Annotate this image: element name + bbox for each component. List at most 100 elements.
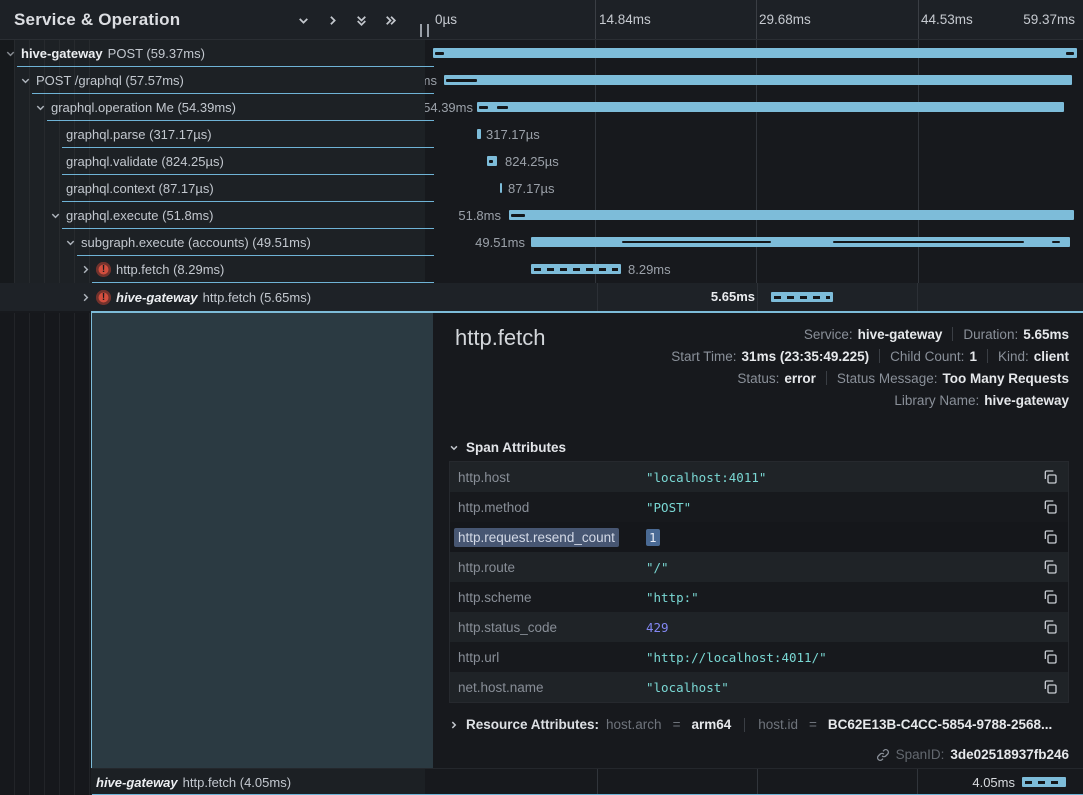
chevron-right-icon[interactable] [80, 292, 91, 303]
span-attributes-section-toggle[interactable]: Span Attributes [449, 440, 566, 455]
attr-row-http-method[interactable]: http.method "POST" [450, 492, 1068, 522]
span-row-graphql-context[interactable]: graphql.context (87.17µs) [0, 175, 425, 202]
attr-key: http.scheme [454, 588, 536, 607]
timeline-tick: 14.84ms [599, 0, 651, 40]
span-row-subgraph-execute[interactable]: subgraph.execute (accounts) (49.51ms) [0, 229, 425, 256]
expand-all-icon[interactable] [384, 14, 397, 27]
copy-icon[interactable] [1042, 559, 1058, 575]
span-bar[interactable] [1022, 777, 1066, 787]
copy-icon[interactable] [1042, 649, 1058, 665]
chevron-right-icon[interactable] [80, 777, 91, 788]
span-row-http-fetch-4ms[interactable]: hive-gateway http.fetch (4.05ms) 4.05ms [0, 768, 1083, 795]
timeline-tick: 44.53ms [921, 0, 973, 40]
gridline [597, 283, 598, 311]
panel-resize-handle[interactable] [420, 24, 429, 37]
resource-value: arm64 [691, 717, 731, 732]
start-time-value: 31ms (23:35:49.225) [742, 349, 870, 364]
span-row-graphql-validate[interactable]: graphql.validate (824.25µs) [0, 148, 425, 175]
span-id-value: 3de02518937fb246 [950, 747, 1069, 762]
attr-row-http-status-code[interactable]: http.status_code 429 [450, 612, 1068, 642]
selected-span-divider [91, 311, 1083, 313]
expand-one-icon[interactable] [326, 14, 339, 27]
copy-icon[interactable] [1042, 589, 1058, 605]
span-bar[interactable] [487, 156, 497, 166]
duration-label: 87.17µs [508, 175, 555, 202]
kind-label: Kind: [998, 349, 1029, 364]
status-message-label: Status Message: [837, 371, 938, 386]
copy-icon[interactable] [1042, 679, 1058, 695]
span-row-http-fetch-5ms-selected[interactable]: hive-gateway http.fetch (5.65ms) 5.65ms [0, 283, 1083, 311]
span-service: hive-gateway [116, 290, 198, 305]
span-bar[interactable] [500, 183, 502, 193]
span-service: hive-gateway [21, 46, 103, 61]
chevron-right-icon[interactable] [80, 264, 91, 275]
copy-icon[interactable] [1042, 469, 1058, 485]
chevron-down-icon[interactable] [65, 237, 76, 248]
attr-row-net-host-name[interactable]: net.host.name "localhost" [450, 672, 1068, 702]
chevron-down-icon[interactable] [50, 210, 61, 221]
attr-row-http-request-resend-count[interactable]: http.request.resend_count 1 [450, 522, 1068, 552]
equals-sign: = [809, 717, 817, 732]
span-row-graphql-execute[interactable]: graphql.execute (51.8ms) [0, 202, 425, 229]
span-label: graphql.parse (317.17µs) [66, 127, 212, 142]
attr-row-http-host[interactable]: http.host "localhost:4011" [450, 462, 1068, 492]
chevron-down-icon[interactable] [35, 102, 46, 113]
span-bar[interactable] [477, 129, 481, 139]
span-row-graphql-parse[interactable]: graphql.parse (317.17µs) [0, 121, 425, 148]
collapse-all-icon[interactable] [355, 14, 368, 27]
attr-key-highlighted: http.request.resend_count [454, 528, 619, 547]
span-label: http.fetch (4.05ms) [183, 775, 291, 790]
link-icon[interactable] [876, 748, 890, 762]
span-bar[interactable] [531, 237, 1070, 247]
duration-label: Duration: [963, 327, 1018, 342]
chevron-right-icon [449, 720, 459, 730]
collapse-one-icon[interactable] [297, 14, 310, 27]
status-message-value: Too Many Requests [942, 371, 1069, 386]
copy-icon[interactable] [1042, 619, 1058, 635]
tree-gutter [0, 40, 14, 283]
gridline [917, 769, 918, 795]
chevron-down-icon [449, 443, 459, 453]
chevron-down-icon[interactable] [20, 75, 31, 86]
resource-key: host.arch [606, 717, 662, 732]
duration-label: 824.25µs [505, 148, 559, 175]
span-bar[interactable] [531, 264, 621, 274]
span-id-row: SpanID: 3de02518937fb246 [876, 747, 1069, 762]
attr-value: 429 [646, 620, 669, 635]
attr-value: "http:" [646, 590, 699, 605]
span-id-label: SpanID: [896, 747, 945, 762]
attr-value: "POST" [646, 500, 691, 515]
span-row-graphql-operation[interactable]: graphql.operation Me (54.39ms) [0, 94, 425, 121]
gridline [918, 0, 919, 40]
span-bar[interactable] [509, 210, 1074, 220]
span-row-hive-gateway-post[interactable]: hive-gateway POST (59.37ms) [0, 40, 425, 67]
span-row-post-graphql[interactable]: POST /graphql (57.57ms) [0, 67, 425, 94]
selected-span-subtree-area [91, 313, 433, 768]
attr-row-http-route[interactable]: http.route "/" [450, 552, 1068, 582]
span-bar[interactable] [771, 292, 833, 302]
span-label: POST /graphql (57.57ms) [36, 73, 184, 88]
span-row-http-fetch-8ms[interactable]: http.fetch (8.29ms) [0, 256, 425, 283]
span-label: graphql.operation Me (54.39ms) [51, 100, 236, 115]
span-bar[interactable] [433, 48, 1077, 58]
span-bar[interactable] [477, 102, 1064, 112]
span-label: graphql.validate (824.25µs) [66, 154, 224, 169]
attr-row-http-url[interactable]: http.url "http://localhost:4011/" [450, 642, 1068, 672]
indent-guides-lower [0, 313, 91, 795]
attr-row-http-scheme[interactable]: http.scheme "http:" [450, 582, 1068, 612]
timeline-header: 0µs 14.84ms 29.68ms 44.53ms 59.37ms [425, 0, 1083, 40]
span-attributes-table: http.host "localhost:4011" http.method "… [449, 461, 1069, 703]
resource-attributes-toggle[interactable]: Resource Attributes: host.arch=arm64 hos… [449, 717, 1052, 732]
copy-icon[interactable] [1042, 499, 1058, 515]
span-label: graphql.execute (51.8ms) [66, 208, 213, 223]
duration-label: 8.29ms [628, 256, 671, 283]
span-label: POST (59.37ms) [108, 46, 205, 61]
gridline [757, 283, 758, 311]
span-meta: Service: hive-gateway Duration: 5.65ms S… [671, 323, 1069, 411]
span-bar[interactable] [444, 75, 1072, 85]
copy-icon[interactable] [1042, 529, 1058, 545]
duration-label: 317.17µs [486, 121, 540, 148]
gridline [757, 769, 758, 795]
tree-panel-header: Service & Operation [0, 0, 425, 40]
span-detail-title: http.fetch [455, 325, 546, 351]
